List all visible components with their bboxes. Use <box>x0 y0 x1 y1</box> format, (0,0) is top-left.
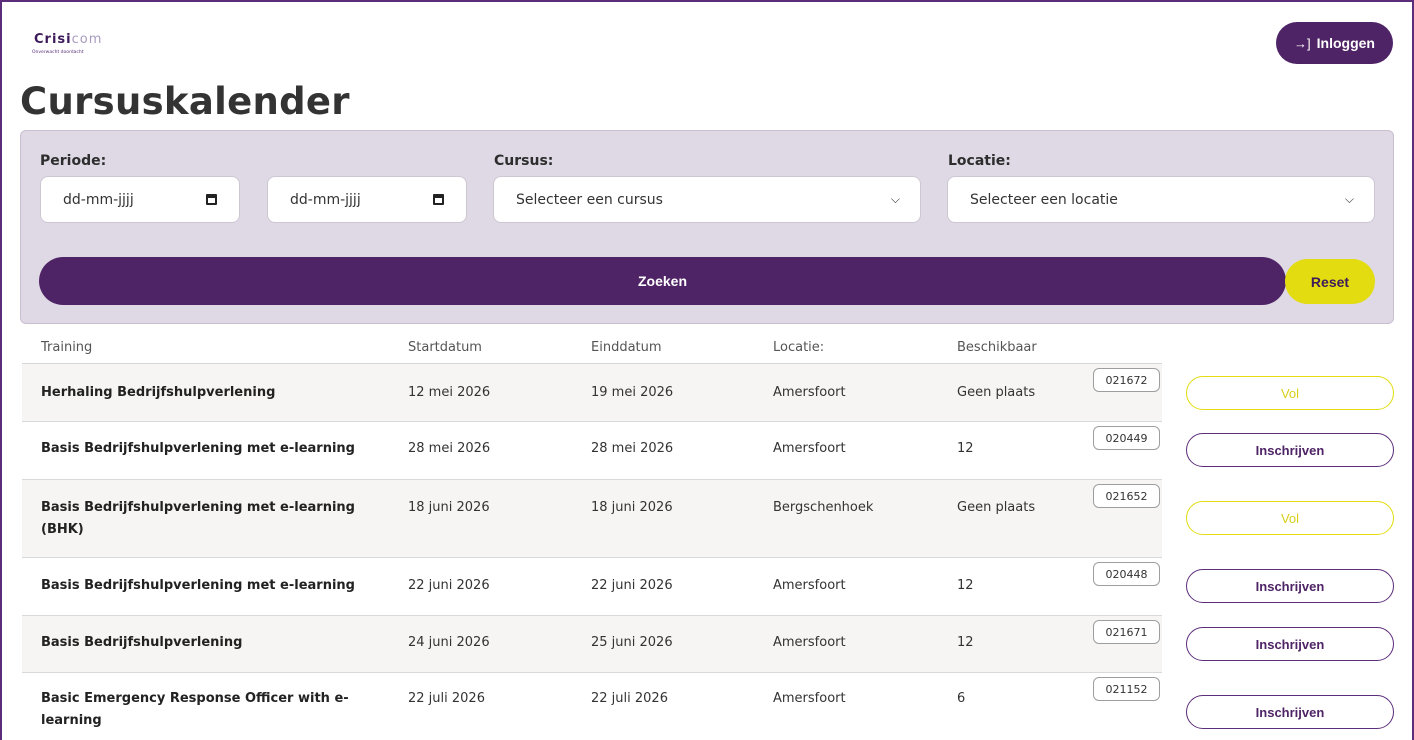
end-date: 19 mei 2026 <box>591 385 674 400</box>
availability: Geen plaats <box>957 385 1036 400</box>
locatie-select-value: Selecteer een locatie <box>970 191 1118 208</box>
location: Bergschenhoek <box>773 500 874 515</box>
date-to-input[interactable]: dd-mm-jjjj <box>267 176 467 223</box>
col-header-startdatum: Startdatum <box>408 340 482 355</box>
course-code-badge: 020449 <box>1093 426 1160 450</box>
date-from-input[interactable]: dd-mm-jjjj <box>40 176 240 223</box>
table-row: Basis Bedrijfshulpverlening met e-learni… <box>22 480 1162 558</box>
enroll-button[interactable]: Inschrijven <box>1186 569 1394 603</box>
sign-in-icon: →] <box>1294 35 1311 51</box>
col-header-locatie: Locatie: <box>773 340 825 355</box>
login-label: Inloggen <box>1316 35 1375 51</box>
availability: 6 <box>957 691 966 706</box>
end-date: 25 juni 2026 <box>591 635 673 650</box>
chevron-down-icon: ⌵ <box>1344 192 1354 206</box>
col-header-einddatum: Einddatum <box>591 340 662 355</box>
table-header: Training Startdatum Einddatum Locatie: B… <box>22 336 1162 364</box>
course-code-badge: 020448 <box>1093 562 1160 586</box>
enroll-button[interactable]: Inschrijven <box>1186 627 1394 661</box>
course-code-badge: 021671 <box>1093 620 1160 644</box>
course-code-badge: 021652 <box>1093 484 1160 508</box>
table-row: Basis Bedrijfshulpverlening met e-learni… <box>22 422 1162 480</box>
table-row: Basis Bedrijfshulpverlening met e-learni… <box>22 558 1162 616</box>
availability: 12 <box>957 635 974 650</box>
location: Amersfoort <box>773 441 846 456</box>
crisicom-logo[interactable]: Crisicom Onverwacht doordacht <box>18 29 128 59</box>
logo-tagline: Onverwacht doordacht <box>32 50 84 55</box>
end-date: 18 juni 2026 <box>591 500 673 515</box>
locatie-select[interactable]: Selecteer een locatie ⌵ <box>947 176 1375 223</box>
full-button[interactable]: Vol <box>1186 376 1394 410</box>
enroll-button[interactable]: Inschrijven <box>1186 433 1394 467</box>
calendar-icon[interactable] <box>206 194 217 205</box>
col-header-training: Training <box>41 340 93 355</box>
table-row: Herhaling Bedrijfshulpverlening 12 mei 2… <box>22 364 1162 422</box>
calendar-icon[interactable] <box>433 194 444 205</box>
start-date: 22 juli 2026 <box>408 691 485 706</box>
training-name: Herhaling Bedrijfshulpverlening <box>41 385 276 400</box>
reset-button[interactable]: Reset <box>1285 259 1375 304</box>
location: Amersfoort <box>773 691 846 706</box>
enroll-button[interactable]: Inschrijven <box>1186 695 1394 729</box>
page-frame: Crisicom Onverwacht doordacht →] Inlogge… <box>0 0 1414 740</box>
start-date: 12 mei 2026 <box>408 385 491 400</box>
availability: 12 <box>957 441 974 456</box>
date-from-placeholder: dd-mm-jjjj <box>63 191 134 208</box>
end-date: 28 mei 2026 <box>591 441 674 456</box>
training-name: Basis Bedrijfshulpverlening met e-learni… <box>41 578 355 593</box>
start-date: 24 juni 2026 <box>408 635 490 650</box>
table-row: Basis Bedrijfshulpverlening 24 juni 2026… <box>22 616 1162 673</box>
chevron-down-icon: ⌵ <box>890 192 900 206</box>
location: Amersfoort <box>773 578 846 593</box>
filter-panel: Periode: dd-mm-jjjj dd-mm-jjjj Cursus: S… <box>20 130 1394 324</box>
table-row: Basic Emergency Response Officer with e-… <box>22 673 1162 740</box>
date-to-placeholder: dd-mm-jjjj <box>290 191 361 208</box>
end-date: 22 juli 2026 <box>591 691 668 706</box>
location: Amersfoort <box>773 635 846 650</box>
logo-wordmark: Crisicom <box>34 32 103 47</box>
cursus-select-value: Selecteer een cursus <box>516 191 663 208</box>
col-header-beschikbaar: Beschikbaar <box>957 340 1037 355</box>
course-code-badge: 021152 <box>1093 677 1160 701</box>
availability: 12 <box>957 578 974 593</box>
cursus-select[interactable]: Selecteer een cursus ⌵ <box>493 176 921 223</box>
start-date: 22 juni 2026 <box>408 578 490 593</box>
availability: Geen plaats <box>957 500 1036 515</box>
page-title: Cursuskalender <box>20 80 350 123</box>
course-code-badge: 021672 <box>1093 368 1160 392</box>
full-button[interactable]: Vol <box>1186 501 1394 535</box>
cursus-label: Cursus: <box>494 153 554 169</box>
start-date: 28 mei 2026 <box>408 441 491 456</box>
search-button[interactable]: Zoeken <box>39 257 1286 305</box>
training-name: Basis Bedrijfshulpverlening <box>41 635 243 650</box>
periode-label: Periode: <box>40 153 107 169</box>
location: Amersfoort <box>773 385 846 400</box>
login-button[interactable]: →] Inloggen <box>1276 22 1393 64</box>
start-date: 18 juni 2026 <box>408 500 490 515</box>
training-name: Basis Bedrijfshulpverlening met e-learni… <box>41 500 355 537</box>
end-date: 22 juni 2026 <box>591 578 673 593</box>
training-name: Basis Bedrijfshulpverlening met e-learni… <box>41 441 355 456</box>
locatie-label: Locatie: <box>948 153 1011 169</box>
training-name: Basic Emergency Response Officer with e-… <box>41 691 349 728</box>
